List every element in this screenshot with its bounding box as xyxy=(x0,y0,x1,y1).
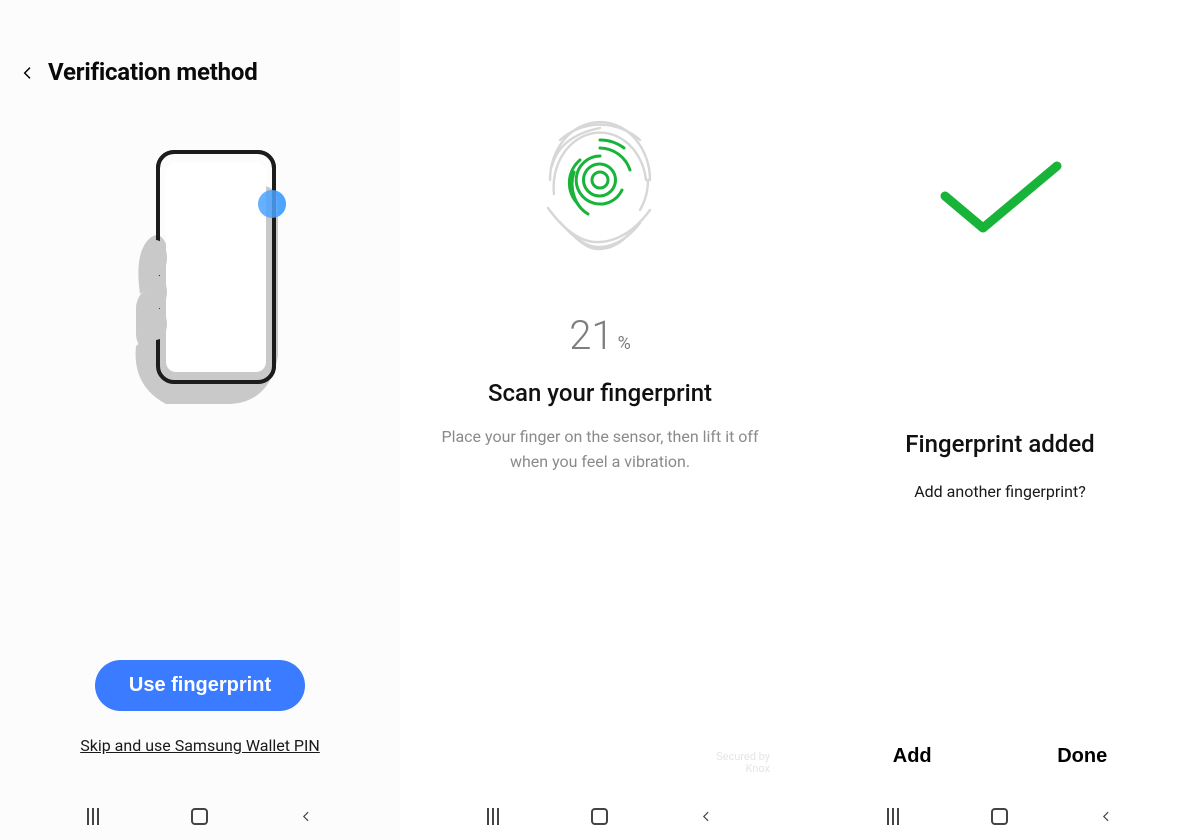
done-button[interactable]: Done xyxy=(1033,735,1131,778)
home-icon[interactable] xyxy=(188,804,212,828)
android-nav-bar xyxy=(0,792,400,840)
back-icon[interactable] xyxy=(1095,804,1119,828)
use-fingerprint-button[interactable]: Use fingerprint xyxy=(95,660,305,711)
scan-subtitle: Place your finger on the sensor, then li… xyxy=(400,425,800,475)
bottom-actions: Add Done xyxy=(800,735,1200,778)
home-icon[interactable] xyxy=(988,804,1012,828)
progress-percent: 21 % xyxy=(569,312,631,359)
fingerprint-progress: 21 % Scan your fingerprint Place your fi… xyxy=(400,100,800,475)
android-nav-bar xyxy=(800,792,1200,840)
bottom-actions: Use fingerprint Skip and use Samsung Wal… xyxy=(0,660,400,755)
recents-icon[interactable] xyxy=(481,804,505,828)
recents-icon[interactable] xyxy=(81,804,105,828)
added-title: Fingerprint added xyxy=(905,430,1094,458)
back-icon[interactable] xyxy=(295,804,319,828)
fingerprint-added-screen: Fingerprint added Add another fingerprin… xyxy=(800,0,1200,840)
progress-value: 21 xyxy=(569,312,613,359)
back-icon[interactable] xyxy=(20,65,34,79)
add-button[interactable]: Add xyxy=(869,735,956,778)
added-subtitle: Add another fingerprint? xyxy=(914,482,1086,501)
success-section: Fingerprint added Add another fingerprin… xyxy=(800,158,1200,501)
android-nav-bar xyxy=(400,792,800,840)
verification-method-screen: Verification method xyxy=(0,0,400,840)
recents-icon[interactable] xyxy=(881,804,905,828)
header: Verification method xyxy=(0,0,400,86)
secured-by-knox-label: Secured by Knox xyxy=(716,751,770,776)
skip-link[interactable]: Skip and use Samsung Wallet PIN xyxy=(80,736,320,755)
check-icon xyxy=(925,158,1075,242)
fingerprint-icon xyxy=(530,100,670,264)
back-icon[interactable] xyxy=(695,804,719,828)
page-title: Verification method xyxy=(48,58,258,86)
home-icon[interactable] xyxy=(588,804,612,828)
progress-unit: % xyxy=(618,333,631,354)
scan-fingerprint-screen: 21 % Scan your fingerprint Place your fi… xyxy=(400,0,800,840)
scan-title: Scan your fingerprint xyxy=(488,379,712,407)
phone-hand-illustration xyxy=(100,146,300,406)
